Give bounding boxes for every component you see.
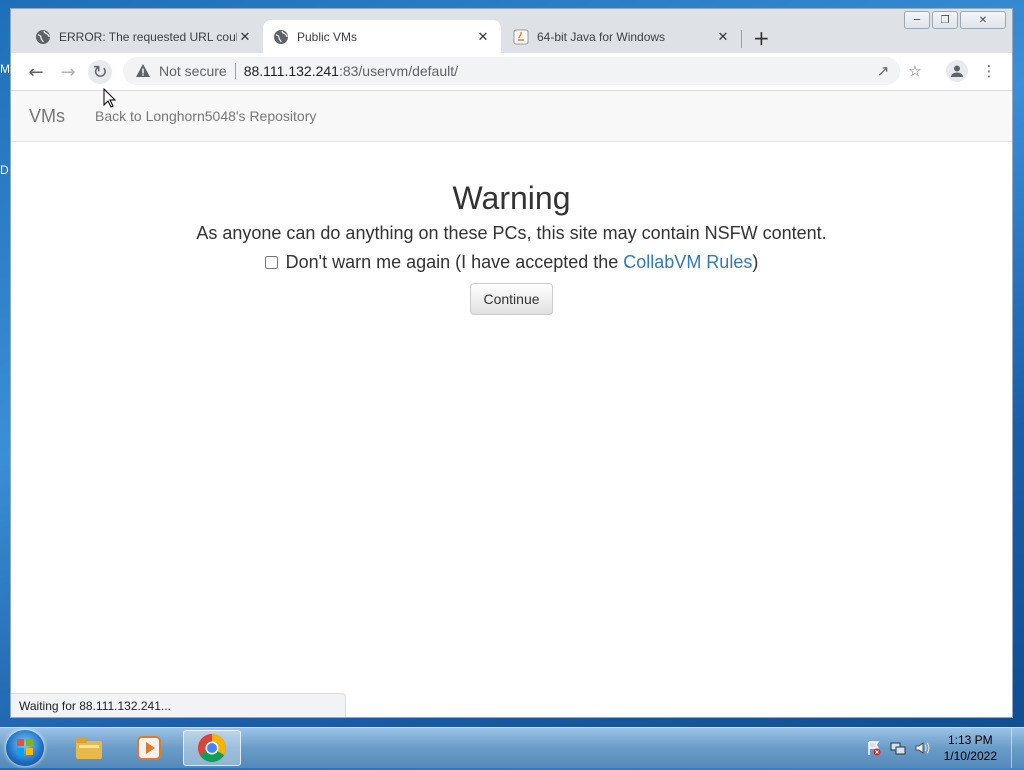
omnibox-separator: [234, 63, 236, 79]
browser-toolbar: ← → ↻ Not secure 88.111.132.241:83/userv…: [11, 53, 1012, 91]
reload-button[interactable]: ↻: [88, 60, 112, 84]
share-button[interactable]: ↗: [872, 60, 894, 82]
security-label: Not secure: [159, 63, 227, 79]
share-icon: ↗: [876, 62, 890, 80]
tab-error[interactable]: ERROR: The requested URL could ✕: [25, 20, 263, 53]
arrow-left-icon: ←: [28, 61, 44, 83]
clock-date: 1/10/2022: [943, 749, 997, 763]
tab-close-icon[interactable]: ✕: [475, 29, 491, 45]
volume-icon[interactable]: [914, 740, 930, 756]
globe-icon: [274, 29, 288, 44]
address-bar[interactable]: Not secure 88.111.132.241:83/uservm/defa…: [123, 57, 900, 85]
show-desktop-button[interactable]: [1011, 728, 1024, 768]
site-navbar: VMs Back to Longhorn5048's Repository: [11, 91, 1012, 142]
url-host: 88.111.132.241: [243, 63, 339, 79]
star-icon: ☆: [908, 62, 922, 80]
navbar-brand[interactable]: VMs: [29, 106, 65, 127]
taskbar-explorer[interactable]: [60, 730, 118, 766]
reload-icon: ↻: [92, 61, 108, 83]
start-button[interactable]: [6, 730, 44, 766]
back-to-repository-link[interactable]: Back to Longhorn5048's Repository: [95, 108, 316, 124]
warning-panel: Warning As anyone can do anything on the…: [11, 180, 1012, 315]
collabvm-rules-link[interactable]: CollabVM Rules: [623, 252, 752, 272]
page-content: VMs Back to Longhorn5048's Repository Wa…: [11, 91, 1012, 717]
menu-button[interactable]: ⋮: [978, 60, 1000, 82]
new-tab-button[interactable]: +: [753, 26, 770, 50]
java-icon: [513, 29, 529, 44]
tab-public-vms[interactable]: Public VMs ✕: [263, 20, 501, 53]
media-player-icon: [137, 736, 161, 760]
forward-button[interactable]: →: [56, 60, 80, 84]
system-tray: 1:13 PM 1/10/2022: [866, 728, 1024, 768]
dont-warn-row: Don't warn me again (I have accepted the…: [11, 252, 1012, 273]
tab-separator: [741, 30, 742, 48]
tab-close-icon[interactable]: ✕: [715, 29, 731, 45]
tab-title: ERROR: The requested URL could: [59, 29, 237, 44]
dont-warn-suffix: ): [752, 252, 759, 272]
bookmark-button[interactable]: ☆: [904, 60, 926, 82]
dont-warn-checkbox[interactable]: [264, 256, 278, 269]
arrow-right-icon: →: [60, 61, 76, 83]
tab-java[interactable]: 64-bit Java for Windows ✕: [503, 20, 741, 53]
profile-icon: [951, 65, 963, 77]
tab-title: Public VMs: [297, 29, 358, 44]
kebab-menu-icon: ⋮: [981, 62, 997, 80]
taskbar: 1:13 PM 1/10/2022: [0, 727, 1024, 768]
dont-warn-label: Don't warn me again (I have accepted the…: [286, 252, 759, 273]
status-bubble: Waiting for 88.111.132.241...: [11, 693, 346, 717]
windows-explorer-icon: [76, 738, 102, 759]
desktop-icon-label-m: M: [0, 62, 10, 76]
action-center-flag-icon[interactable]: [866, 740, 882, 756]
taskbar-chrome[interactable]: [183, 730, 241, 766]
url-path: :83/uservm/default/: [338, 63, 459, 79]
plus-icon: +: [753, 26, 770, 50]
back-button[interactable]: ←: [24, 60, 48, 84]
profile-button[interactable]: [946, 60, 968, 82]
mouse-cursor-icon: [103, 88, 117, 108]
browser-window: ─ ❐ ✕ ERROR: The requested URL could ✕ P…: [10, 8, 1013, 718]
continue-button[interactable]: Continue: [470, 283, 553, 315]
desktop-icon-label-d: D: [0, 163, 9, 177]
warning-message: As anyone can do anything on these PCs, …: [196, 223, 827, 243]
windows-logo-icon: [17, 739, 33, 755]
tab-title: 64-bit Java for Windows: [537, 29, 666, 44]
globe-icon: [36, 29, 50, 44]
clock[interactable]: 1:13 PM 1/10/2022: [944, 732, 997, 764]
taskbar-media-player[interactable]: [120, 730, 178, 766]
network-icon[interactable]: [890, 740, 906, 756]
warning-icon: [136, 64, 150, 77]
warning-title: Warning: [452, 180, 571, 216]
dont-warn-text: Don't warn me again (I have accepted the: [285, 252, 624, 272]
chrome-icon: [198, 734, 226, 762]
clock-time: 1:13 PM: [947, 733, 993, 747]
tab-strip: ERROR: The requested URL could ✕ Public …: [11, 17, 1012, 53]
tab-close-icon[interactable]: ✕: [237, 29, 253, 45]
